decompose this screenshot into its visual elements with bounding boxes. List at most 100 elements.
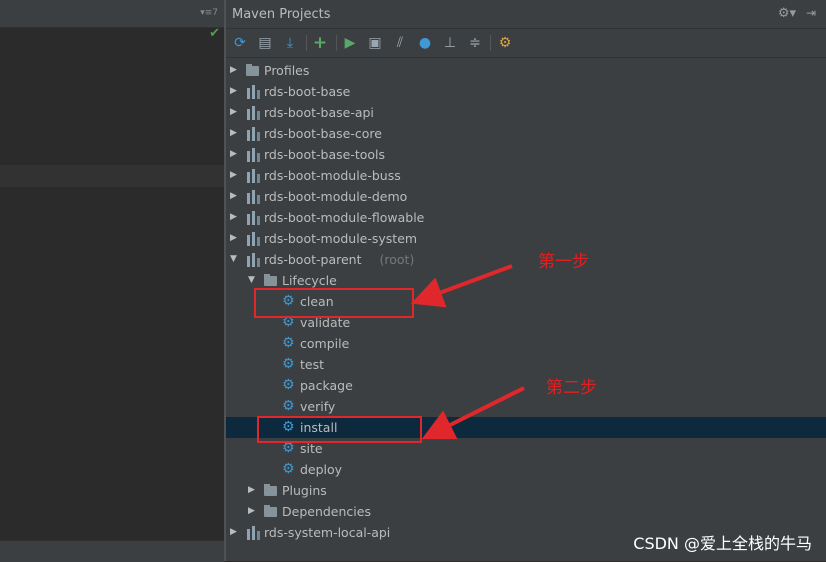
expand-arrow-icon[interactable]: ▶ — [230, 60, 240, 81]
collapse-icon[interactable]: ≑ — [466, 34, 484, 52]
expand-arrow-icon[interactable]: ▶ — [248, 501, 258, 522]
goal-item-package[interactable]: ⚙ package — [226, 375, 826, 396]
tree-node-label: deploy — [300, 462, 343, 477]
folder-icon — [264, 505, 277, 517]
tree-node-rds-boot-base-tools[interactable]: ▶ rds-boot-base-tools — [226, 144, 826, 165]
expand-arrow-icon[interactable]: ▶ — [248, 480, 258, 501]
tree-node-label: rds-boot-base-core — [264, 126, 382, 141]
goal-gear-icon: ⚙ — [282, 377, 295, 393]
tree-node-rds-boot-parent[interactable]: ▼ rds-boot-parent (root) — [226, 249, 826, 270]
tree-node-label: rds-boot-module-system — [264, 231, 418, 246]
tree-node-label: package — [300, 378, 353, 393]
maven-module-icon — [246, 147, 261, 162]
add-folder-icon[interactable]: ▤ — [256, 34, 274, 52]
tree-node-label: rds-boot-base-api — [264, 105, 374, 120]
checkmark-icon: ✔ — [209, 26, 220, 41]
dependency-diagram-icon[interactable]: ⊥ — [441, 34, 459, 52]
expand-arrow-icon[interactable]: ▶ — [230, 186, 240, 207]
maven-module-icon — [246, 252, 261, 267]
expand-arrow-icon[interactable]: ▶ — [230, 123, 240, 144]
tree-node-label: rds-boot-base — [264, 84, 351, 99]
tree-node-rds-boot-module-demo[interactable]: ▶ rds-boot-module-demo — [226, 186, 826, 207]
panel-title: Maven Projects — [232, 7, 331, 22]
expand-arrow-icon[interactable]: ▶ — [230, 522, 240, 543]
maven-module-icon — [246, 105, 261, 120]
tree-node-label: Plugins — [282, 483, 327, 498]
current-line-highlight — [0, 165, 224, 187]
tree-node-profiles[interactable]: ▶ Profiles — [226, 60, 826, 81]
expand-arrow-icon[interactable]: ▶ — [230, 144, 240, 165]
toolbar-separator — [306, 35, 307, 51]
collapse-arrow-icon[interactable]: ▼ — [230, 249, 240, 270]
settings-icon[interactable]: ⚙ — [496, 34, 514, 52]
tree-node-label: rds-system-local-api — [264, 525, 391, 540]
editor-marker: ▾≡7 — [200, 8, 218, 18]
watermark: CSDN @爱上全栈的牛马 — [633, 534, 812, 553]
editor-tab-bar: ▾≡7 — [0, 0, 224, 28]
root-suffix: (root) — [379, 252, 415, 267]
goal-item-test[interactable]: ⚙ test — [226, 354, 826, 375]
tree-node-label: Dependencies — [282, 504, 371, 519]
maven-module-icon — [246, 168, 261, 183]
tree-node-label: test — [300, 357, 325, 372]
editor-area: ▾≡7 ✔ — [0, 0, 224, 562]
folder-icon — [246, 64, 259, 76]
execute-goal-icon[interactable]: ▣ — [366, 34, 384, 52]
toggle-offline-icon[interactable]: ⫽ — [391, 34, 409, 52]
tree-node-rds-boot-module-system[interactable]: ▶ rds-boot-module-system — [226, 228, 826, 249]
maven-module-icon — [246, 231, 261, 246]
expand-arrow-icon[interactable]: ▶ — [230, 165, 240, 186]
goal-gear-icon: ⚙ — [282, 398, 295, 414]
tree-node-rds-boot-module-buss[interactable]: ▶ rds-boot-module-buss — [226, 165, 826, 186]
toolbar-separator — [490, 35, 491, 51]
refresh-icon[interactable]: ⟳ — [231, 34, 249, 52]
folder-icon — [264, 274, 277, 286]
goal-gear-icon: ⚙ — [282, 461, 295, 477]
maven-module-icon — [246, 210, 261, 225]
tree-node-rds-boot-module-flowable[interactable]: ▶ rds-boot-module-flowable — [226, 207, 826, 228]
goal-gear-icon: ⚙ — [282, 440, 295, 456]
annotation-step2: 第二步 — [546, 378, 597, 398]
goal-item-deploy[interactable]: ⚙ deploy — [226, 459, 826, 480]
goal-item-compile[interactable]: ⚙ compile — [226, 333, 826, 354]
tree-node-label: Profiles — [264, 63, 310, 78]
hide-panel-icon[interactable]: ⇥ — [806, 6, 816, 20]
expand-arrow-icon[interactable]: ▶ — [230, 102, 240, 123]
maven-toolbar: ⟳ ▤ ⤓ + ▶ ▣ ⫽ ● ⊥ ≑ ⚙ — [226, 29, 826, 58]
maven-module-icon — [246, 189, 261, 204]
tree-node-label: rds-boot-module-buss — [264, 168, 401, 183]
tree-node-label: rds-boot-base-tools — [264, 147, 386, 162]
goal-item-verify[interactable]: ⚙ verify — [226, 396, 826, 417]
expand-arrow-icon[interactable]: ▶ — [230, 207, 240, 228]
tree-node-label: rds-boot-parent — [264, 252, 362, 267]
run-icon[interactable]: ▶ — [341, 34, 359, 52]
expand-arrow-icon[interactable]: ▶ — [230, 228, 240, 249]
folder-icon — [264, 484, 277, 496]
goal-gear-icon: ⚙ — [282, 356, 295, 372]
tree-node-dependencies[interactable]: ▶ Dependencies — [226, 501, 826, 522]
annotation-box-install — [257, 416, 422, 443]
maven-projects-panel: Maven Projects ⚙▾ ⇥ ⟳ ▤ ⤓ + ▶ ▣ ⫽ ● ⊥ ≑ … — [226, 0, 826, 561]
add-icon[interactable]: + — [311, 33, 329, 53]
annotation-step1: 第一步 — [538, 252, 589, 272]
panel-titlebar: Maven Projects ⚙▾ ⇥ — [226, 0, 826, 29]
annotation-box-clean — [254, 288, 414, 318]
editor-bottom-bar — [0, 540, 224, 562]
maven-module-icon — [246, 84, 261, 99]
tree-node-label: rds-boot-module-demo — [264, 189, 408, 204]
goal-gear-icon: ⚙ — [282, 335, 295, 351]
tree-node-label: rds-boot-module-flowable — [264, 210, 425, 225]
tree-node-rds-boot-base-api[interactable]: ▶ rds-boot-base-api — [226, 102, 826, 123]
tree-node-label: compile — [300, 336, 350, 351]
download-icon[interactable]: ⤓ — [281, 34, 299, 52]
tree-node-rds-boot-base-core[interactable]: ▶ rds-boot-base-core — [226, 123, 826, 144]
tree-node-rds-boot-base[interactable]: ▶ rds-boot-base — [226, 81, 826, 102]
gear-icon[interactable]: ⚙▾ — [778, 6, 796, 21]
maven-module-icon — [246, 525, 261, 540]
tree-node-label: verify — [300, 399, 336, 414]
skip-tests-icon[interactable]: ● — [416, 34, 434, 52]
maven-module-icon — [246, 126, 261, 141]
toolbar-separator — [336, 35, 337, 51]
expand-arrow-icon[interactable]: ▶ — [230, 81, 240, 102]
tree-node-plugins[interactable]: ▶ Plugins — [226, 480, 826, 501]
